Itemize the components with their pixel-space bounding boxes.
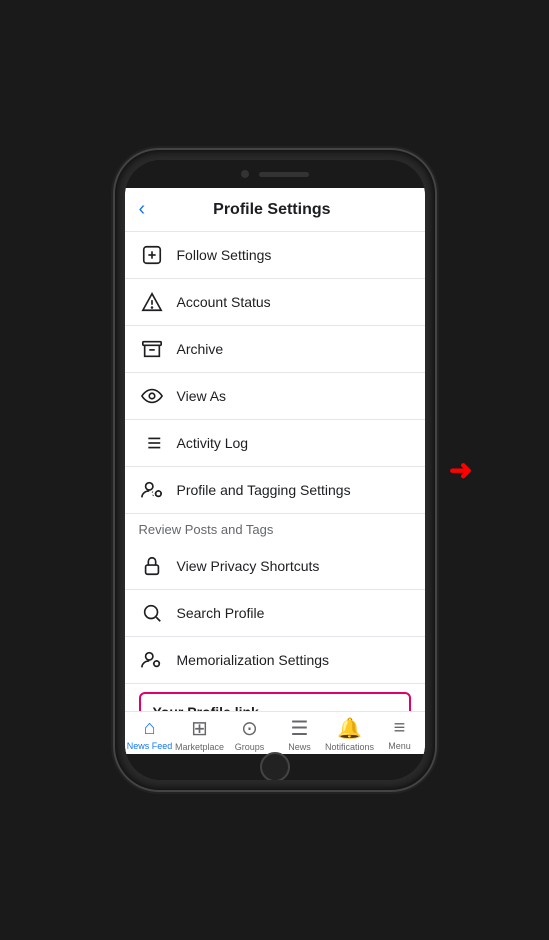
- profile-gear-icon: [139, 477, 165, 503]
- nav-item-marketplace[interactable]: ⊞ Marketplace: [175, 716, 225, 752]
- nav-label-news-feed: News Feed: [127, 741, 173, 751]
- menu-item-view-as[interactable]: View As: [125, 373, 425, 420]
- search-icon: [139, 600, 165, 626]
- menu-item-follow-settings[interactable]: Follow Settings: [125, 232, 425, 279]
- groups-icon: ⊙: [241, 716, 258, 741]
- menu-label-search-profile: Search Profile: [177, 605, 265, 621]
- eye-icon: [139, 383, 165, 409]
- menu-item-activity-log[interactable]: Activity Log: [125, 420, 425, 467]
- archive-icon: [139, 336, 165, 362]
- page-title: Profile Settings: [153, 201, 390, 219]
- warning-icon: [139, 289, 165, 315]
- home-button[interactable]: [260, 752, 290, 780]
- shop-icon: ⊞: [191, 716, 208, 741]
- menu-label-archive: Archive: [177, 341, 224, 357]
- section-review-posts: Review Posts and Tags: [125, 514, 425, 543]
- lock-icon: [139, 553, 165, 579]
- menu-item-search-profile[interactable]: Search Profile: [125, 590, 425, 637]
- menu-label-view-as: View As: [177, 388, 227, 404]
- menu-label-follow-settings: Follow Settings: [177, 247, 272, 263]
- home-icon: ⌂: [143, 717, 155, 740]
- profile-link-title: Your Profile link: [153, 704, 397, 711]
- memorial-icon: [139, 647, 165, 673]
- menu-label-activity-log: Activity Log: [177, 435, 249, 451]
- nav-item-groups[interactable]: ⊙ Groups: [225, 716, 275, 752]
- phone-camera: [241, 170, 249, 178]
- menu-list: Follow Settings Account Status: [125, 232, 425, 711]
- nav-item-menu[interactable]: ≡ Menu: [375, 717, 425, 751]
- phone-speaker: [259, 172, 309, 177]
- menu-item-view-privacy[interactable]: View Privacy Shortcuts: [125, 543, 425, 590]
- nav-label-notifications: Notifications: [325, 742, 374, 752]
- bottom-navigation: ⌂ News Feed ⊞ Marketplace ⊙ Groups ☰ New…: [125, 711, 425, 754]
- profile-link-box: Your Profile link Your personalized link…: [139, 692, 411, 711]
- nav-item-news-feed[interactable]: ⌂ News Feed: [125, 717, 175, 751]
- menu-label-account-status: Account Status: [177, 294, 271, 310]
- nav-label-marketplace: Marketplace: [175, 742, 224, 752]
- page-header: ‹ Profile Settings: [125, 188, 425, 232]
- nav-label-news: News: [288, 742, 311, 752]
- red-arrow: ➜: [449, 454, 472, 487]
- menu-icon: ≡: [394, 717, 406, 740]
- nav-item-news[interactable]: ☰ News: [275, 716, 325, 752]
- menu-label-memorialization: Memorialization Settings: [177, 652, 330, 668]
- follow-icon: [139, 242, 165, 268]
- menu-item-memorialization[interactable]: Memorialization Settings: [125, 637, 425, 684]
- bell-icon: 🔔: [337, 716, 362, 741]
- menu-label-view-privacy: View Privacy Shortcuts: [177, 558, 320, 574]
- back-button[interactable]: ‹: [139, 198, 146, 221]
- menu-item-archive[interactable]: Archive: [125, 326, 425, 373]
- menu-item-account-status[interactable]: Account Status: [125, 279, 425, 326]
- nav-label-menu: Menu: [388, 741, 411, 751]
- menu-item-profile-tagging[interactable]: Profile and Tagging Settings: [125, 467, 425, 514]
- news-icon: ☰: [291, 716, 309, 741]
- nav-item-notifications[interactable]: 🔔 Notifications: [325, 716, 375, 752]
- list-icon: [139, 430, 165, 456]
- nav-label-groups: Groups: [235, 742, 265, 752]
- menu-label-profile-tagging: Profile and Tagging Settings: [177, 482, 351, 498]
